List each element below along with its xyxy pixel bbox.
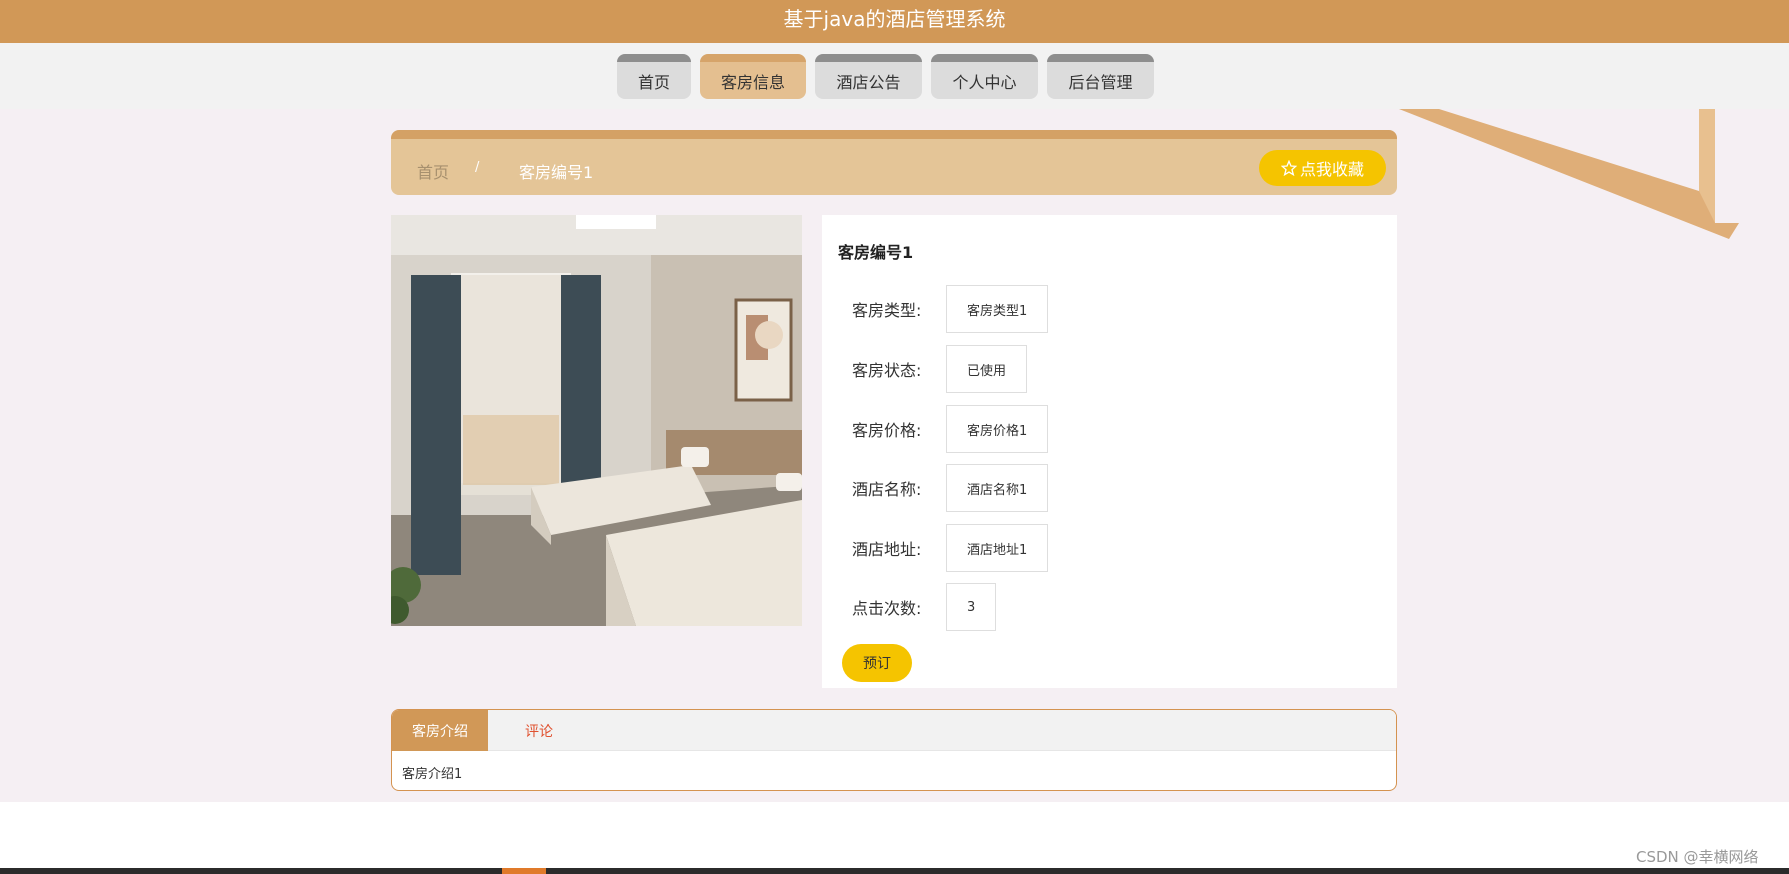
watermark: CSDN @幸横网络 (1636, 848, 1759, 866)
star-outline-icon (1280, 160, 1297, 176)
field-click-count: 点击次数: 3 (852, 583, 997, 631)
nav-personal-center[interactable]: 个人中心 (931, 54, 1038, 99)
field-room-price: 客房价格: 客房价格1 (852, 405, 1049, 453)
room-info-panel: 客房编号1 客房类型: 客房类型1 客房状态: 已使用 客房价格: 客房价格1 … (822, 215, 1397, 688)
favorite-button[interactable]: 点我收藏 (1259, 150, 1386, 186)
field-room-type: 客房类型: 客房类型1 (852, 285, 1049, 333)
field-value: 已使用 (946, 345, 1028, 393)
breadcrumb-current: 客房编号1 (519, 163, 594, 182)
field-label: 客房价格: (852, 421, 922, 440)
tab-comments[interactable]: 评论 (488, 710, 590, 751)
header-bar: 基于java的酒店管理系统 (0, 0, 1789, 43)
field-hotel-address: 酒店地址: 酒店地址1 (852, 524, 1049, 572)
detail-tabs: 客房介绍 评论 客房介绍1 (391, 709, 1397, 791)
field-label: 酒店名称: (852, 480, 922, 499)
field-value: 3 (946, 583, 997, 631)
favorite-label: 点我收藏 (1299, 160, 1364, 179)
site-title: 基于java的酒店管理系统 (783, 7, 1006, 31)
breadcrumb-home[interactable]: 首页 (417, 159, 449, 183)
field-room-status: 客房状态: 已使用 (852, 345, 1028, 393)
tab-room-intro[interactable]: 客房介绍 (392, 710, 488, 751)
bottom-strip-highlight (502, 868, 546, 874)
nav-rooms[interactable]: 客房信息 (700, 54, 806, 99)
field-label: 酒店地址: (852, 540, 922, 559)
field-label: 客房类型: (852, 301, 922, 320)
field-label: 客房状态: (852, 361, 922, 380)
main-nav: 首页 客房信息 酒店公告 个人中心 后台管理 (617, 54, 1154, 99)
breadcrumb-bar: 首页 / 客房编号1 点我收藏 (391, 130, 1397, 195)
decorative-ribbon (1399, 109, 1739, 239)
field-value: 酒店地址1 (946, 524, 1049, 572)
field-value: 酒店名称1 (946, 464, 1049, 512)
nav-admin[interactable]: 后台管理 (1047, 54, 1154, 99)
field-label: 点击次数: (852, 599, 922, 618)
bottom-strip (0, 868, 1789, 874)
nav-bar: 首页 客房信息 酒店公告 个人中心 后台管理 (0, 43, 1789, 109)
room-title: 客房编号1 (838, 243, 914, 262)
field-hotel-name: 酒店名称: 酒店名称1 (852, 464, 1049, 512)
breadcrumb-separator: / (475, 160, 480, 175)
nav-notices[interactable]: 酒店公告 (815, 54, 922, 99)
field-value: 客房价格1 (946, 405, 1049, 453)
tab-content: 客房介绍1 (402, 767, 463, 782)
book-button[interactable]: 预订 (842, 644, 912, 682)
nav-home[interactable]: 首页 (617, 54, 691, 99)
tabs-header: 客房介绍 评论 (392, 710, 1396, 751)
room-photo (391, 215, 802, 626)
field-value: 客房类型1 (946, 285, 1049, 333)
